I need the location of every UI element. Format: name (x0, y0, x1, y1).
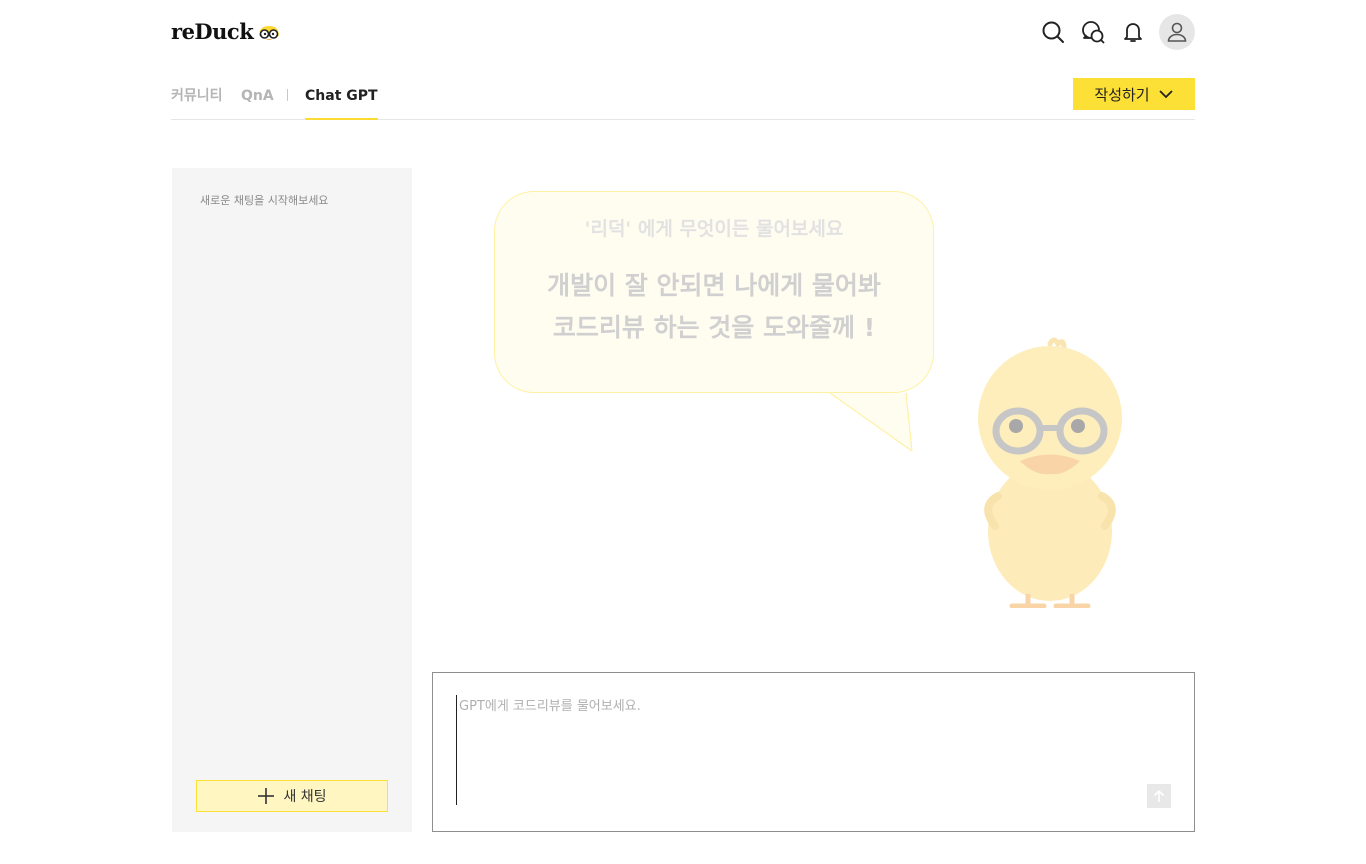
tab-divider (287, 89, 288, 101)
logo[interactable]: reDuck (171, 19, 282, 45)
plus-icon (258, 788, 275, 804)
user-icon (1167, 22, 1187, 42)
bubble-tail (829, 392, 913, 452)
header: reDuck (171, 0, 1195, 64)
welcome-message: 개발이 잘 안되면 나에게 물어봐 코드리뷰 하는 것을 도와줄께 ! (495, 265, 933, 349)
tab-chat-gpt[interactable]: Chat GPT (305, 86, 378, 120)
welcome-subtitle: '리덕' 에게 무엇이든 물어보세요 (584, 218, 844, 240)
new-chat-label: 새 채팅 (283, 789, 327, 805)
chevron-down-icon (1158, 90, 1173, 99)
send-button[interactable] (1147, 784, 1171, 808)
bell-icon[interactable] (1115, 14, 1151, 50)
duck-mascot-icon (978, 337, 1122, 608)
header-actions (1031, 14, 1195, 50)
nav-tabs: 커뮤니티 QnA Chat GPT 작성하기 (171, 64, 1195, 120)
welcome-line-1: 개발이 잘 안되면 나에게 물어봐 (547, 271, 881, 300)
user-avatar[interactable] (1159, 14, 1195, 50)
welcome-line-2: 코드리뷰 하는 것을 도와줄께 ! (552, 313, 876, 342)
search-icon[interactable] (1035, 14, 1071, 50)
logo-text: reDuck (171, 19, 254, 44)
welcome-bubble: '리덕' 에게 무엇이든 물어보세요 개발이 잘 안되면 나에게 물어봐 코드리… (494, 191, 934, 393)
duck-glasses-logo-icon (259, 26, 280, 40)
write-button[interactable]: 작성하기 (1073, 78, 1195, 110)
chat-composer (432, 672, 1195, 832)
chat-icon[interactable] (1075, 14, 1111, 50)
arrow-up-icon (1153, 789, 1165, 802)
chat-input[interactable] (456, 695, 1146, 805)
tab-qna[interactable]: QnA (241, 86, 274, 106)
write-button-label: 작성하기 (1094, 85, 1150, 104)
new-chat-button[interactable]: 새 채팅 (196, 780, 388, 812)
chat-sidebar: 새로운 채팅을 시작해보세요 새 채팅 (172, 168, 412, 832)
sidebar-hint: 새로운 채팅을 시작해보세요 (200, 194, 329, 207)
tab-community[interactable]: 커뮤니티 (171, 86, 223, 106)
